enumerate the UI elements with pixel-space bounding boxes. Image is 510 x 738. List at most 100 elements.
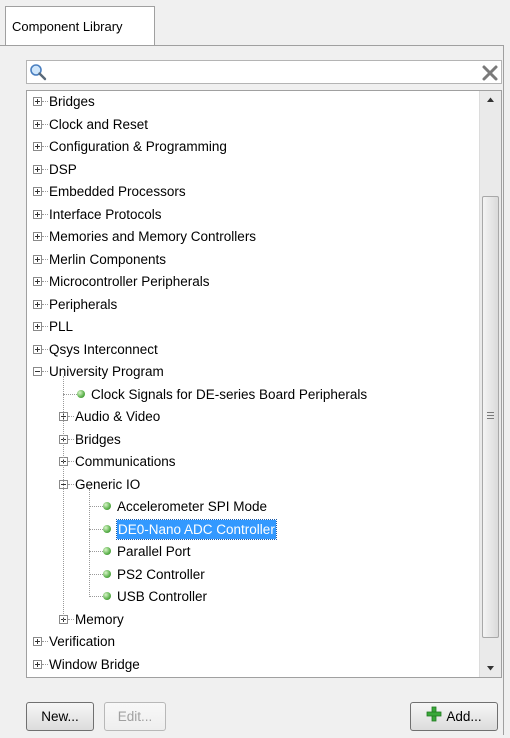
search-icon — [29, 63, 47, 81]
tree-rows: Bridges Clock and Reset Configuration & Pr… — [27, 91, 479, 677]
expand-icon[interactable] — [33, 142, 42, 151]
collapse-icon[interactable] — [33, 367, 42, 376]
tree-item-label: Peripherals — [49, 296, 118, 312]
tree-leaf-item[interactable]: Clock Signals for DE-series Board Periph… — [27, 385, 479, 407]
tree-connector-line — [42, 191, 48, 192]
tree-item-label: Parallel Port — [117, 544, 191, 559]
expand-icon[interactable] — [33, 254, 42, 264]
tree-connector-line — [63, 393, 77, 395]
tree-folder-item[interactable]: Window Bridge — [27, 655, 479, 677]
component-dot-icon — [103, 569, 111, 578]
tree-item-label: Audio & Video — [75, 409, 161, 424]
add-button[interactable]: Add... — [410, 702, 498, 731]
add-button-label: Add... — [446, 709, 482, 724]
expand-icon[interactable] — [33, 187, 42, 196]
tree-folder-item[interactable]: Merlin Components — [27, 250, 479, 272]
tree-leaf-item[interactable]: DE0-Nano ADC Controller — [27, 518, 479, 542]
tree-connector-line — [89, 573, 103, 575]
scroll-up-arrow-icon[interactable] — [480, 91, 501, 108]
expand-icon[interactable] — [33, 322, 42, 331]
tree-item-label: Clock and Reset — [49, 116, 149, 132]
tree-item-label: Communications — [75, 454, 176, 469]
expand-icon[interactable] — [33, 637, 42, 646]
expand-icon[interactable] — [33, 97, 42, 106]
component-dot-icon — [103, 547, 111, 555]
search-input[interactable] — [26, 60, 502, 84]
tree-connector-line — [42, 348, 48, 350]
tree-item-label: Verification — [49, 634, 116, 649]
tree-connector-line — [42, 663, 48, 665]
component-dot-icon — [77, 389, 85, 398]
expand-icon[interactable] — [33, 299, 42, 309]
grip-line — [487, 418, 494, 419]
tree-folder-item[interactable]: University Program — [27, 362, 479, 384]
tree-leaf-item[interactable]: PS2 Controller — [27, 565, 479, 587]
tree-folder-item[interactable]: Memory — [27, 610, 479, 632]
selected-item-label: DE0-Nano ADC Controller — [116, 518, 277, 540]
component-tree[interactable]: Bridges Clock and Reset Configuration & Pr… — [26, 90, 502, 678]
tab-component-library[interactable]: Component Library — [5, 6, 155, 46]
tree-item-label: USB Controller — [117, 589, 208, 604]
tree-leaf-item[interactable]: Accelerometer SPI Mode — [27, 497, 479, 519]
tree-item-label: Qsys Interconnect — [49, 341, 158, 357]
tree-item-label: Interface Protocols — [49, 206, 162, 222]
tree-connector-line — [68, 438, 74, 440]
tree-connector-line — [68, 618, 74, 620]
scrollbar-thumb[interactable] — [482, 196, 499, 638]
tree-folder-item[interactable]: DSP — [27, 160, 479, 182]
expand-icon[interactable] — [33, 277, 42, 286]
tree-folder-item[interactable]: Configuration & Programming — [27, 137, 479, 159]
close-icon[interactable] — [481, 64, 499, 82]
tree-folder-item[interactable]: Communications — [27, 452, 479, 474]
tree-folder-item[interactable]: Audio & Video — [27, 407, 479, 429]
tree-connector-line — [42, 371, 48, 372]
new-button-label: New... — [41, 709, 79, 724]
tree-connector-line — [89, 506, 103, 507]
tree-folder-item[interactable]: Clock and Reset — [27, 115, 479, 137]
tree-folder-item[interactable]: Generic IO — [27, 475, 479, 497]
scroll-down-arrow-icon[interactable] — [480, 660, 501, 677]
tree-leaf-item[interactable]: USB Controller — [27, 587, 479, 609]
tree-connector-line — [89, 596, 103, 597]
component-dot-icon — [103, 524, 111, 533]
edit-button-label: Edit... — [117, 709, 153, 724]
tree-connector-line — [42, 123, 48, 125]
tree-folder-item[interactable]: Embedded Processors — [27, 182, 479, 204]
tree-item-label: Microcontroller Peripherals — [49, 274, 210, 289]
plus-icon — [426, 704, 442, 731]
expand-icon[interactable] — [33, 232, 42, 241]
grip-line — [487, 412, 494, 413]
tree-connector-line — [42, 213, 48, 215]
edit-button[interactable]: Edit... — [104, 702, 166, 731]
tree-folder-item[interactable]: Bridges — [27, 430, 479, 452]
tree-item-label: Memories and Memory Controllers — [49, 229, 257, 244]
tree-folder-item[interactable]: Bridges — [27, 92, 479, 114]
tree-item-label: Generic IO — [75, 476, 141, 492]
tree-item-label: Merlin Components — [49, 251, 167, 267]
tree-folder-item[interactable]: Interface Protocols — [27, 205, 479, 227]
tree-item-label: Window Bridge — [49, 656, 140, 672]
tree-folder-item[interactable]: Peripherals — [27, 295, 479, 317]
tree-folder-item[interactable]: PLL — [27, 317, 479, 339]
tree-folder-item[interactable]: Verification — [27, 632, 479, 654]
tree-folder-item[interactable]: Qsys Interconnect — [27, 340, 479, 362]
grip-line — [487, 415, 494, 416]
expand-icon[interactable] — [33, 164, 42, 174]
new-button[interactable]: New... — [26, 702, 94, 731]
tree-connector-line — [42, 281, 48, 282]
expand-icon[interactable] — [33, 659, 42, 669]
vertical-scrollbar[interactable] — [479, 91, 501, 677]
expand-icon[interactable] — [33, 344, 42, 354]
tree-item-label: PLL — [49, 319, 74, 334]
tree-item-label: Bridges — [49, 94, 95, 109]
tree-leaf-item[interactable]: Parallel Port — [27, 542, 479, 564]
tree-item-label: Bridges — [75, 431, 121, 447]
tree-folder-item[interactable]: Memories and Memory Controllers — [27, 227, 479, 249]
tree-connector-line — [42, 326, 48, 327]
expand-icon[interactable] — [33, 209, 42, 219]
tree-item-label: University Program — [49, 364, 164, 379]
component-dot-icon — [103, 592, 111, 600]
tree-item-label: Configuration & Programming — [49, 139, 227, 154]
expand-icon[interactable] — [33, 119, 42, 129]
tree-folder-item[interactable]: Microcontroller Peripherals — [27, 272, 479, 294]
